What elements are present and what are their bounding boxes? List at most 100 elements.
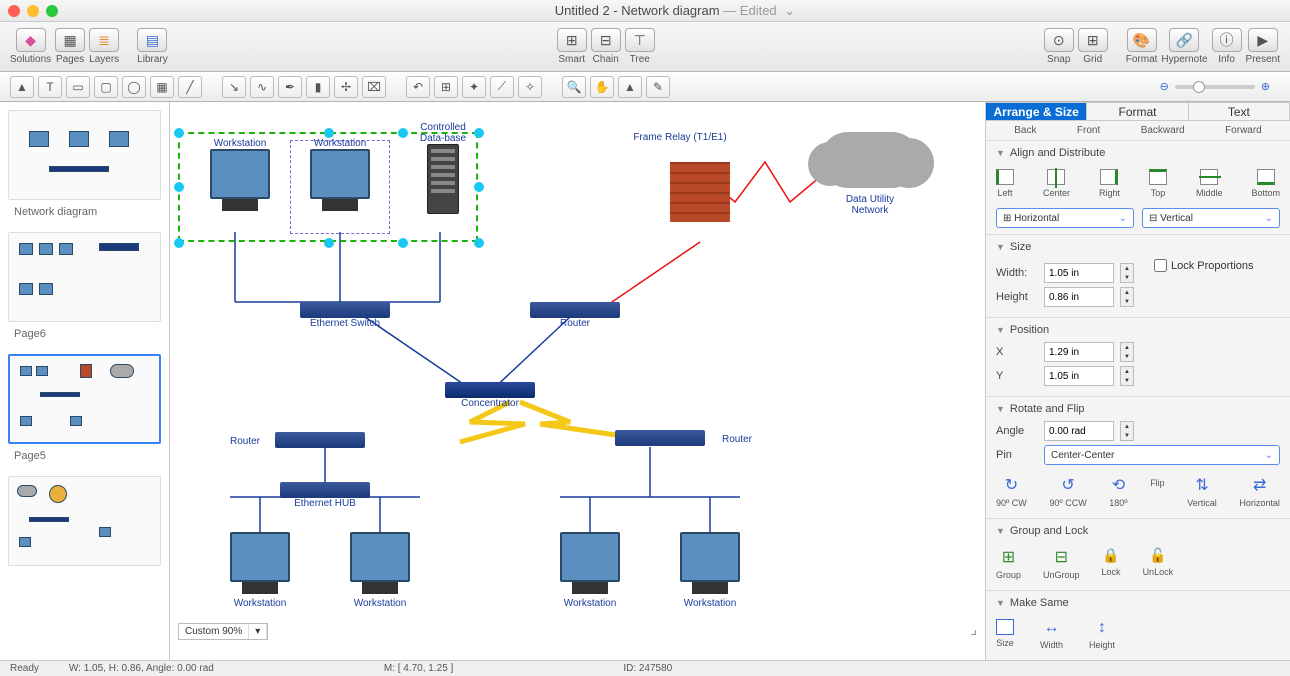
ungroup-button[interactable]: ⊟UnGroup (1043, 547, 1080, 580)
tab-text[interactable]: Text (1189, 102, 1290, 121)
format-button[interactable]: 🎨Format (1126, 28, 1158, 65)
info-button[interactable]: ⓘInfo (1212, 28, 1242, 65)
solutions-button[interactable]: ◆Solutions (10, 28, 51, 65)
rotate-cw-button[interactable]: ↻90º CW (996, 475, 1027, 508)
lock-button[interactable]: 🔒Lock (1102, 547, 1121, 580)
tab-arrange-size[interactable]: Arrange & Size (986, 102, 1087, 121)
snap-tool[interactable]: ✦ (462, 76, 486, 98)
stamp-tool[interactable]: ▲ (618, 76, 642, 98)
align-middle-button[interactable]: Middle (1196, 169, 1223, 198)
order-backward[interactable]: Backward (1141, 125, 1185, 136)
snap-button[interactable]: ⊙Snap (1044, 28, 1074, 65)
distribute-horiz-select[interactable]: ⊞ Horizontal⌄ (996, 208, 1134, 228)
minimize-window[interactable] (27, 5, 39, 17)
same-width-button[interactable]: ↔Width (1040, 619, 1063, 650)
node-router[interactable]: Router (525, 302, 625, 329)
rotate-ccw-button[interactable]: ↺90º CCW (1049, 475, 1086, 508)
undo-tool[interactable]: ↶ (406, 76, 430, 98)
align-left-button[interactable]: Left (996, 169, 1014, 198)
group-button[interactable]: ⊞Group (996, 547, 1021, 580)
y-input[interactable] (1044, 366, 1114, 386)
table-tool[interactable]: ▦ (150, 76, 174, 98)
zoom-out-icon[interactable]: ⊖ (1160, 80, 1169, 93)
node-workstation[interactable]: Workstation (550, 532, 630, 609)
ruler-tool[interactable]: ⟋ (490, 76, 514, 98)
present-button[interactable]: ▶Present (1246, 28, 1280, 65)
unlock-button[interactable]: 🔓UnLock (1143, 547, 1174, 580)
page-thumb[interactable]: Page5 (8, 354, 161, 462)
node-workstation[interactable]: Workstation (340, 532, 420, 609)
rotate-180-button[interactable]: ⟲180º (1109, 475, 1127, 508)
hypernote-button[interactable]: 🔗Hypernote (1161, 28, 1207, 65)
hand-tool[interactable]: ✋ (590, 76, 614, 98)
zoom-control[interactable]: Custom 90%▾ (178, 623, 268, 640)
height-input[interactable] (1044, 287, 1114, 307)
page-thumb[interactable]: Page6 (8, 232, 161, 340)
flip-horizontal-button[interactable]: ⇄Horizontal (1239, 475, 1280, 508)
align-top-button[interactable]: Top (1149, 169, 1167, 198)
tree-button[interactable]: ⊤Tree (625, 28, 655, 65)
node-firewall[interactable] (660, 162, 740, 222)
pen-tool[interactable]: ✒ (278, 76, 302, 98)
grid-button[interactable]: ⊞Grid (1078, 28, 1108, 65)
x-stepper[interactable]: ▲▼ (1120, 342, 1134, 362)
lock-proportions-checkbox[interactable]: Lock Proportions (1154, 259, 1254, 272)
order-forward[interactable]: Forward (1225, 125, 1262, 136)
align-center-button[interactable]: Center (1043, 169, 1070, 198)
align-bottom-button[interactable]: Bottom (1251, 169, 1280, 198)
grid-tool[interactable]: ⊞ (434, 76, 458, 98)
zoom-slider[interactable] (1175, 85, 1255, 89)
width-input[interactable] (1044, 263, 1114, 283)
order-back[interactable]: Back (1014, 125, 1036, 136)
close-window[interactable] (8, 5, 20, 17)
chevron-down-icon[interactable]: ⌄ (784, 3, 795, 18)
node-database[interactable]: Controlled Data-base (408, 122, 478, 214)
node-workstation[interactable]: Workstation (670, 532, 750, 609)
height-stepper[interactable]: ▲▼ (1120, 287, 1134, 307)
zoom-window[interactable] (46, 5, 58, 17)
width-stepper[interactable]: ▲▼ (1120, 263, 1134, 283)
wand-tool[interactable]: ✧ (518, 76, 542, 98)
library-button[interactable]: ▤Library (137, 28, 168, 65)
picker-tool[interactable]: ✢ (334, 76, 358, 98)
same-height-button[interactable]: ↕Height (1089, 619, 1115, 650)
same-size-button[interactable]: Size (996, 619, 1014, 650)
node-router[interactable]: Router (260, 432, 380, 448)
line-tool[interactable]: ╱ (178, 76, 202, 98)
page-thumb[interactable]: Network diagram (8, 110, 161, 218)
tab-format[interactable]: Format (1087, 102, 1188, 121)
distribute-vert-select[interactable]: ⊟ Vertical⌄ (1142, 208, 1280, 228)
node-eth-hub[interactable]: Ethernet HUB (270, 482, 380, 509)
pin-select[interactable]: Center-Center⌄ (1044, 445, 1280, 465)
pages-button[interactable]: ▦Pages (55, 28, 85, 65)
page-thumb[interactable] (8, 476, 161, 566)
order-front[interactable]: Front (1077, 125, 1100, 136)
angle-input[interactable] (1044, 421, 1114, 441)
smart-button[interactable]: ⊞Smart (557, 28, 587, 65)
canvas[interactable]: Workstation Workstation Controlled Data-… (170, 102, 985, 660)
connector-tool[interactable]: ↘ (222, 76, 246, 98)
flip-vertical-button[interactable]: ⇅Vertical (1187, 475, 1217, 508)
chain-button[interactable]: ⊟Chain (591, 28, 621, 65)
node-router[interactable]: Router (600, 430, 720, 446)
align-right-button[interactable]: Right (1099, 169, 1120, 198)
ellipse-tool[interactable]: ◯ (122, 76, 146, 98)
node-concentrator[interactable]: Concentrator (440, 382, 540, 409)
rect-tool[interactable]: ▭ (66, 76, 90, 98)
fill-tool[interactable]: ▮ (306, 76, 330, 98)
text-tool[interactable]: T (38, 76, 62, 98)
node-eth-switch[interactable]: Ethernet Switch (295, 302, 395, 329)
node-workstation[interactable]: Workstation (300, 138, 380, 199)
pointer-tool[interactable]: ▲ (10, 76, 34, 98)
x-input[interactable] (1044, 342, 1114, 362)
eyedropper-tool[interactable]: ✎ (646, 76, 670, 98)
curve-tool[interactable]: ∿ (250, 76, 274, 98)
node-workstation[interactable]: Workstation (200, 138, 280, 199)
roundrect-tool[interactable]: ▢ (94, 76, 118, 98)
node-cloud[interactable]: Data Utility Network (810, 132, 930, 216)
angle-stepper[interactable]: ▲▼ (1120, 421, 1134, 441)
y-stepper[interactable]: ▲▼ (1120, 366, 1134, 386)
zoom-tool[interactable]: 🔍 (562, 76, 586, 98)
layers-button[interactable]: ≣Layers (89, 28, 119, 65)
zoom-in-icon[interactable]: ⊕ (1261, 80, 1270, 93)
